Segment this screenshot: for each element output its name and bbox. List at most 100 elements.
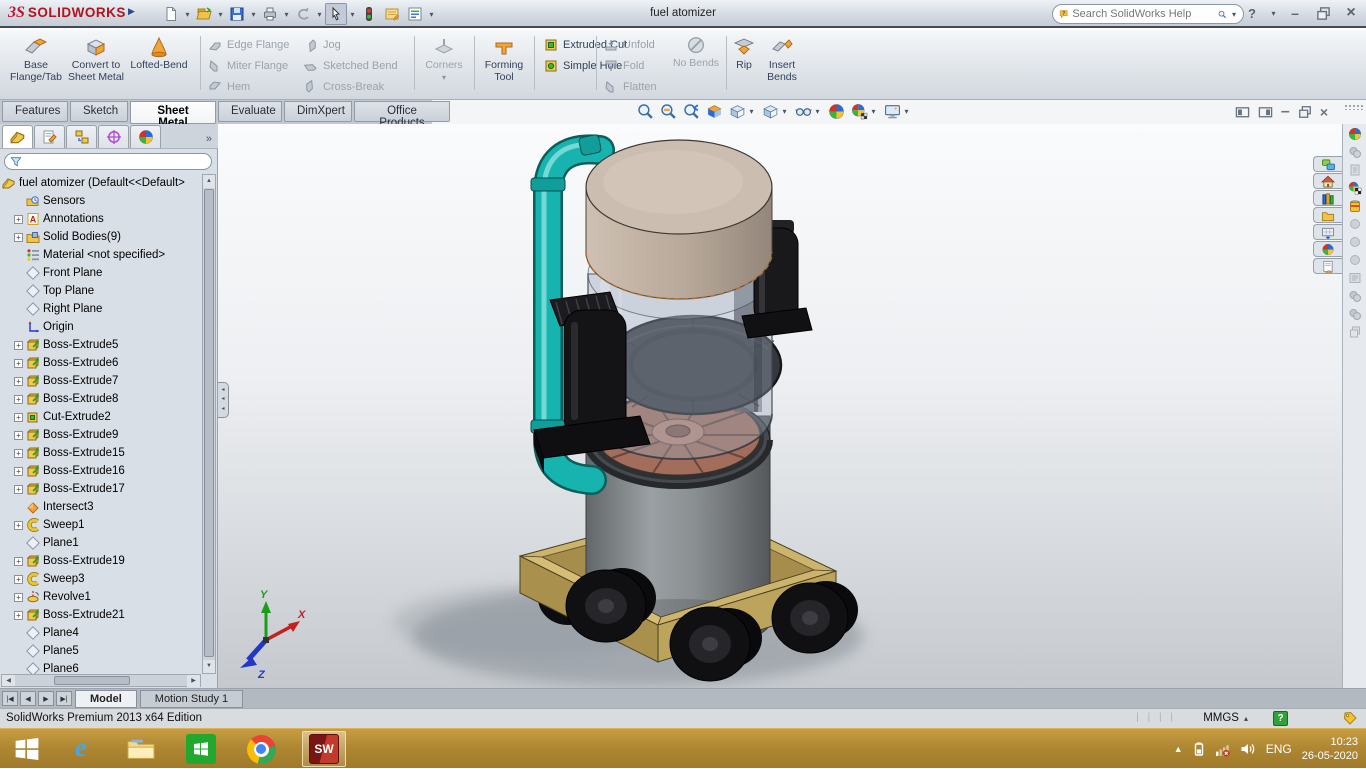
miter-flange-button[interactable]: Miter Flange	[204, 57, 300, 75]
edit-appearance-button[interactable]	[827, 102, 846, 121]
select-button[interactable]	[325, 3, 347, 25]
tree-item[interactable]: +Material <not specified>	[2, 246, 202, 264]
tree-item[interactable]: +Plane5	[2, 642, 202, 660]
tree-item[interactable]: +Sensors	[2, 192, 202, 210]
expand-toggle-icon[interactable]: +	[14, 359, 23, 368]
flatten-button[interactable]: Flatten	[600, 78, 664, 96]
no-bends-button[interactable]: No Bends	[668, 32, 724, 96]
apply-scene-button[interactable]: ▾	[850, 102, 879, 121]
tree-item[interactable]: +Boss-Extrude15	[2, 444, 202, 462]
search-input[interactable]	[1072, 8, 1214, 20]
taskbar-clock[interactable]: 10:23 26-05-2020	[1302, 735, 1358, 764]
close-button[interactable]: ×	[1340, 3, 1362, 23]
horizontal-scroll-thumb[interactable]	[54, 676, 130, 685]
tree-item[interactable]: +Intersect3	[2, 498, 202, 516]
gray-balls-icon[interactable]	[1346, 306, 1364, 321]
gray-balls-icon[interactable]	[1346, 144, 1364, 159]
forming-tool-button[interactable]: Forming Tool	[478, 32, 530, 96]
scroll-right-button[interactable]: ▶	[187, 675, 200, 687]
taskpane-tab-appearances-scenes[interactable]	[1313, 241, 1342, 257]
tree-item[interactable]: +Boss-Extrude21	[2, 606, 202, 624]
expand-toggle-icon[interactable]: +	[14, 467, 23, 476]
paint-jar-icon[interactable]	[1346, 198, 1364, 213]
open-button[interactable]	[193, 3, 215, 25]
rip-button[interactable]: Rip	[728, 32, 760, 96]
new-caret-icon[interactable]: ▾	[183, 10, 192, 19]
dimxpertmanager-tab[interactable]	[98, 125, 129, 148]
checkered-ball-icon[interactable]	[1346, 180, 1364, 195]
hide-show-caret-icon[interactable]: ▾	[813, 107, 822, 116]
tree-item[interactable]: +Solid Bodies(9)	[2, 228, 202, 246]
displaymanager-tab[interactable]	[130, 125, 161, 148]
graphics-area[interactable]: Y X Z ◂◂◂	[218, 124, 1342, 688]
doc-close-button[interactable]: ×	[1320, 104, 1328, 120]
help-caret-icon[interactable]: ▾	[1269, 9, 1278, 18]
doc-minimize-button[interactable]: –	[1281, 103, 1290, 121]
model-tab[interactable]: Model	[75, 690, 137, 708]
open-caret-icon[interactable]: ▾	[216, 10, 225, 19]
tab-office-products[interactable]: Office Products	[354, 101, 450, 122]
propertymanager-tab[interactable]	[34, 125, 65, 148]
tree-item[interactable]: +Boss-Extrude17	[2, 480, 202, 498]
convert-to-sheet-metal-button[interactable]: Convert to Sheet Metal	[66, 32, 126, 96]
tree-filter-input[interactable]	[26, 156, 206, 168]
battery-icon[interactable]	[1193, 741, 1205, 757]
rebuild-button[interactable]	[358, 3, 380, 25]
tab-sheet-metal[interactable]: Sheet Metal	[130, 101, 216, 124]
status-help-icon[interactable]: ?	[1273, 711, 1288, 726]
hem-button[interactable]: Hem	[204, 78, 300, 96]
search-icon[interactable]	[1218, 8, 1227, 21]
expand-toggle-icon[interactable]: +	[14, 557, 23, 566]
top-cap[interactable]	[586, 140, 772, 299]
tree-root-item[interactable]: fuel atomizer (Default<<Default>	[2, 174, 185, 192]
expand-toggle-icon[interactable]: +	[14, 593, 23, 602]
expand-toggle-icon[interactable]: +	[14, 341, 23, 350]
taskpane-tab-file-explorer[interactable]	[1313, 207, 1342, 223]
base-flange-button[interactable]: Base Flange/Tab	[6, 32, 66, 96]
prev-study-button[interactable]: ◀	[20, 691, 36, 706]
jog-button[interactable]: Jog	[300, 36, 402, 54]
tree-filter-box[interactable]	[4, 153, 212, 170]
hidden-icons-button[interactable]: ▲	[1174, 744, 1183, 754]
cross-break-button[interactable]: Cross-Break	[300, 78, 402, 96]
expand-toggle-icon[interactable]: +	[14, 413, 23, 422]
view-orientation-caret-icon[interactable]: ▾	[747, 107, 756, 116]
gray-copy-icon[interactable]	[1346, 324, 1364, 339]
section-view-button[interactable]	[705, 102, 724, 121]
tree-item[interactable]: +Boss-Extrude5	[2, 336, 202, 354]
panel-tabs-more-icon[interactable]: »	[206, 133, 216, 148]
gray-document-icon[interactable]	[1346, 162, 1364, 177]
print-button[interactable]	[259, 3, 281, 25]
corners-button[interactable]: Corners ▾	[418, 32, 470, 96]
gray-balls-icon[interactable]	[1346, 288, 1364, 303]
task-caret-icon[interactable]: ▾	[427, 10, 436, 19]
fold-button[interactable]: Fold	[600, 57, 664, 75]
undo-caret-icon[interactable]: ▾	[315, 10, 324, 19]
tree-item[interactable]: +Origin	[2, 318, 202, 336]
expand-toggle-icon[interactable]: +	[14, 215, 23, 224]
tree-horizontal-scrollbar[interactable]: ◀ ▶	[1, 674, 201, 687]
tree-item[interactable]: +Boss-Extrude8	[2, 390, 202, 408]
scroll-left-button[interactable]: ◀	[2, 675, 15, 686]
taskpane-tab-view-palette[interactable]	[1313, 224, 1342, 240]
tree-item[interactable]: +Boss-Extrude9	[2, 426, 202, 444]
model-canvas[interactable]: Y X Z	[218, 124, 1342, 688]
tree-item[interactable]: +Front Plane	[2, 264, 202, 282]
display-style-button[interactable]: ▾	[761, 102, 790, 121]
language-indicator[interactable]: ENG	[1266, 742, 1292, 756]
tab-dimxpert[interactable]: DimXpert	[284, 101, 352, 122]
tag-icon[interactable]	[1342, 711, 1358, 727]
pane-right-icon[interactable]	[1258, 105, 1273, 120]
tree-item[interactable]: +Sweep1	[2, 516, 202, 534]
menu-flyout-icon[interactable]: ▶	[128, 6, 135, 17]
last-study-button[interactable]: ▶|	[56, 691, 72, 706]
tree-vertical-scrollbar[interactable]: ▲ ▼	[202, 174, 216, 674]
expand-toggle-icon[interactable]: +	[14, 575, 23, 584]
print-caret-icon[interactable]: ▾	[282, 10, 291, 19]
select-caret-icon[interactable]: ▾	[348, 10, 357, 19]
sketched-bend-button[interactable]: Sketched Bend	[300, 57, 402, 75]
edge-flange-button[interactable]: Edge Flange	[204, 36, 300, 54]
tab-sketch[interactable]: Sketch	[70, 101, 128, 122]
chrome-button[interactable]	[244, 733, 278, 765]
featuremanager-tab[interactable]	[2, 125, 33, 148]
